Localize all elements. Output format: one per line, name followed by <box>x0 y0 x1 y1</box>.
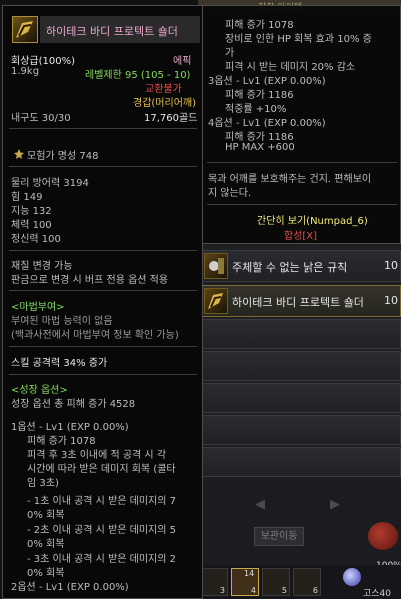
growth-total: 성장 옵션 총 피해 증가 4528 <box>11 399 136 410</box>
option-1-line: 0% 회복 <box>27 539 65 550</box>
option-4-header: 4옵션 - Lv1 (EXP 0.00%) <box>208 118 326 129</box>
material-change-note: 판금으로 변경 시 버프 전용 옵션 적용 <box>11 275 169 286</box>
option-1-line: - 2초 이내 공격 시 받은 데미지의 5 <box>27 525 176 536</box>
option-4-line: 피해 증가 1186 <box>225 132 294 143</box>
option-4-line: HP MAX +600 <box>225 142 295 153</box>
shoulder-armor-icon <box>204 288 228 314</box>
skill-orb-icon[interactable] <box>343 568 361 586</box>
divider <box>9 290 197 291</box>
divider <box>207 204 397 205</box>
option-1-line: - 3초 이내 공격 시 받은 데미지의 2 <box>27 554 176 565</box>
item-description: 지 않는다. <box>208 188 252 199</box>
character-level: 고스40 <box>363 589 392 599</box>
inventory-item-label: 주체할 수 없는 낡은 규칙 <box>232 261 348 274</box>
inventory-empty-row[interactable] <box>201 351 401 381</box>
option-2-line: 가 <box>225 48 235 59</box>
hotbar-slot-key: 4 <box>250 586 256 595</box>
item-icon <box>204 253 228 279</box>
divider <box>9 374 197 375</box>
prev-page-button[interactable]: ◀ <box>255 497 265 512</box>
medal-icon <box>14 149 24 159</box>
option-1-header: 1옵션 - Lv1 (EXP 0.00%) <box>11 422 129 433</box>
inventory-item-row-selected[interactable]: 하이테크 바디 프로텍트 숄더 10 <box>201 285 401 317</box>
option-2-header: 2옵션 - Lv1 (EXP 0.00%) <box>11 582 129 593</box>
option-1-line: 임 3초) <box>27 478 59 489</box>
magic-status: 부여된 마법 능력이 없음 <box>11 316 113 327</box>
growth-header: <성장 옵션> <box>11 385 68 396</box>
inventory-empty-row[interactable] <box>201 415 401 445</box>
option-2-line: 장비로 인한 HP 회복 효과 10% 증 <box>225 34 372 45</box>
item-price: 17,760골드 <box>144 113 198 124</box>
adventurer-fame: 모험가 명성 748 <box>27 151 99 162</box>
item-description: 목과 어깨를 보호해주는 건지. 편해보이 <box>208 174 372 185</box>
hotbar-slot[interactable]: 6 <box>293 568 321 596</box>
item-weight: 1.9kg <box>11 66 40 77</box>
material-change: 재질 변경 가능 <box>11 261 73 272</box>
inventory-item-label: 하이테크 바디 프로텍트 숄더 <box>232 296 364 309</box>
trade-status: 교환불가 <box>145 84 182 95</box>
divider <box>9 166 197 167</box>
option-1-line: 0% 회복 <box>27 510 65 521</box>
level-limit: 레벨제한 95 (105 - 10) <box>85 70 191 81</box>
option-1-line: 0% 회복 <box>27 568 65 579</box>
divider <box>207 162 397 163</box>
option-3-line: 적중률 +10% <box>225 104 287 115</box>
storage-move-button[interactable]: 보관이동 <box>254 527 304 546</box>
hotbar-slot-key: 6 <box>312 586 318 595</box>
item-slot-type: 경갑(머리어깨) <box>133 98 197 109</box>
hotbar-slot-key: 3 <box>219 586 225 595</box>
divider <box>9 250 197 251</box>
item-tooltip: 하이테크 바디 프로텍트 숄더 회상급(100%) 에픽 1.9kg 레벨제한 … <box>2 5 203 599</box>
shoulder-armor-icon <box>12 16 38 43</box>
stat-physical-defense: 물리 방어력 3194 <box>11 178 89 189</box>
stat-strength: 힘 149 <box>11 192 43 203</box>
hotbar-slot-active[interactable]: 14 4 <box>231 568 259 596</box>
magic-header: <마법부여> <box>11 302 65 313</box>
option-2-line: 피격 시 받는 데미지 20% 감소 <box>225 62 356 73</box>
item-tooltip-continued: 피해 증가 1078 장비로 인한 HP 회복 효과 10% 증 가 피격 시 … <box>203 5 401 244</box>
skill-attack-bonus: 스킬 공격력 34% 증가 <box>11 358 108 369</box>
option-3-line: 피해 증가 1186 <box>225 90 294 101</box>
next-page-button[interactable]: ▶ <box>330 497 340 512</box>
divider <box>9 346 197 347</box>
set-tag: 합성[X] <box>284 231 318 242</box>
item-title: 하이테크 바디 프로텍트 숄더 <box>46 25 178 38</box>
tooltip-title-bar: 하이테크 바디 프로텍트 숄더 <box>40 16 200 43</box>
option-1-line: 시간에 따라 받은 데미지 회복 (쿨타 <box>27 464 176 475</box>
hotbar-slot[interactable]: 5 <box>262 568 290 596</box>
inventory-empty-row[interactable] <box>201 319 401 349</box>
hp-orb <box>368 522 398 550</box>
inventory-item-row[interactable]: 주체할 수 없는 낡은 규칙 10 <box>201 250 401 282</box>
item-grade: 회상급(100%) <box>11 56 75 67</box>
item-rarity: 에픽 <box>173 56 192 67</box>
magic-note: (백과사전에서 마법부여 정보 확인 가능) <box>11 330 179 341</box>
inventory-empty-row[interactable] <box>201 383 401 413</box>
simple-view-toggle[interactable]: 간단히 보기(Numpad_6) <box>257 212 368 227</box>
option-1-line: 피격 후 3초 이내에 적 공격 시 각 <box>27 450 167 461</box>
divider <box>9 128 197 129</box>
option-1-line: 피해 증가 1078 <box>27 436 96 447</box>
inventory-item-count: 10 <box>384 259 398 272</box>
option-2-line: 피해 증가 1078 <box>225 20 294 31</box>
inventory-empty-row[interactable] <box>201 447 401 477</box>
option-1-line: - 1초 이내 공격 시 받은 데미지의 7 <box>27 496 176 507</box>
stat-spirit: 정신력 100 <box>11 234 61 245</box>
hotbar-slot[interactable]: 3 <box>200 568 228 596</box>
durability: 내구도 30/30 <box>11 113 71 124</box>
stat-vitality: 체력 100 <box>11 220 52 231</box>
stat-intelligence: 지능 132 <box>11 206 52 217</box>
option-3-header: 3옵션 - Lv1 (EXP 0.00%) <box>208 76 326 87</box>
inventory-item-count: 10 <box>384 294 398 307</box>
hotbar-slot-key: 5 <box>281 586 287 595</box>
hotbar-slot-count: 14 <box>244 569 255 578</box>
